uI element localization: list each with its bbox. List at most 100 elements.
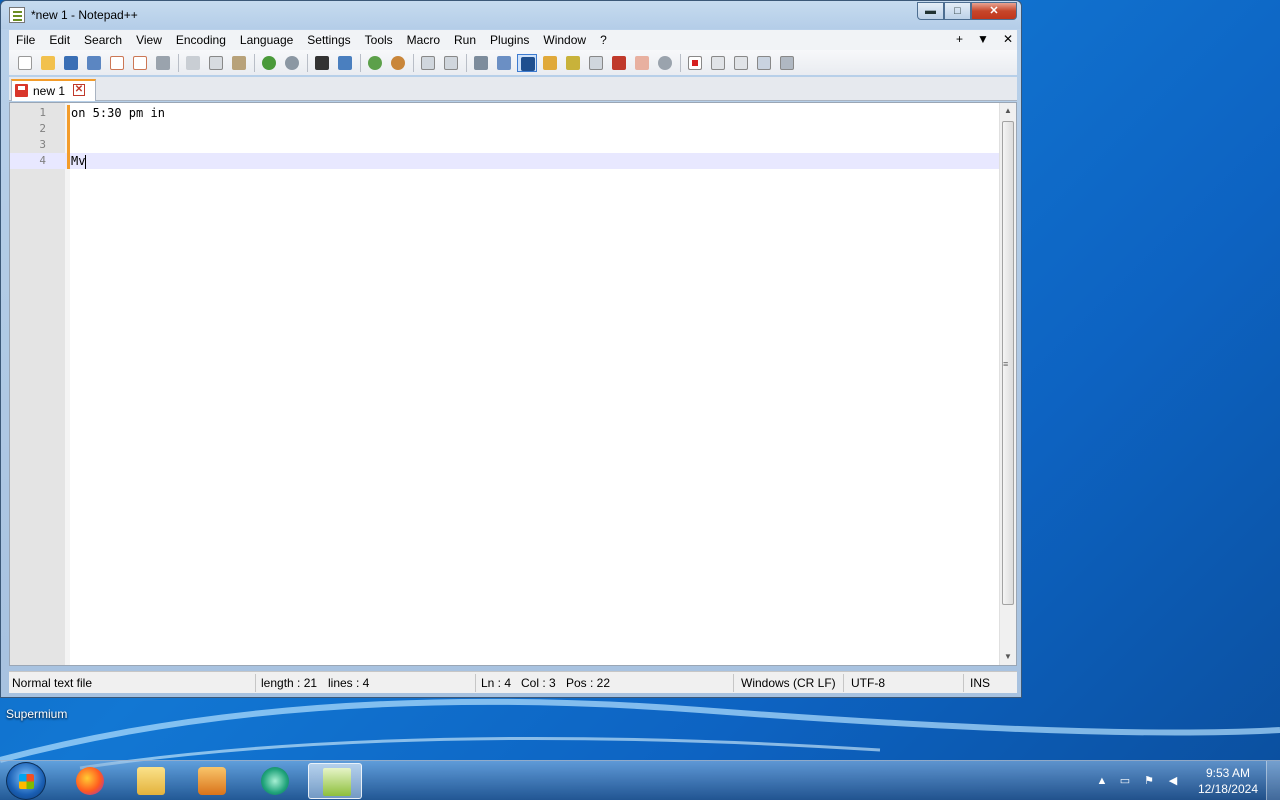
chat-app-icon[interactable] — [247, 763, 301, 799]
notepad-app-icon — [9, 7, 25, 23]
run-macro-multiple-icon[interactable] — [754, 54, 774, 72]
tab-list-button[interactable]: ▼ — [977, 32, 989, 46]
stop-recording-icon[interactable] — [708, 54, 728, 72]
toolbar-separator — [413, 53, 414, 72]
action-center-flag-icon[interactable]: ⚑ — [1142, 774, 1156, 788]
save-all-icon[interactable] — [84, 54, 104, 72]
menu-bar: File Edit Search View Encoding Language … — [9, 30, 1017, 50]
paste-icon[interactable] — [229, 54, 249, 72]
find-icon[interactable] — [312, 54, 332, 72]
indent-guide-icon[interactable] — [517, 53, 537, 72]
toolbar-separator — [680, 53, 681, 72]
save-icon[interactable] — [61, 54, 81, 72]
editor-line[interactable]: 3 — [10, 137, 1000, 153]
scroll-up-arrow-icon[interactable]: ▲ — [1000, 103, 1016, 119]
clock-time: 9:53 AM — [1205, 766, 1250, 780]
editor-lines: 1 on 5:30 pm in 2 3 4 Mv — [10, 105, 1000, 169]
window-controls: ▬ □ ✕ — [917, 2, 1017, 20]
tab-new-1[interactable]: new 1 ✕ — [11, 79, 96, 101]
new-file-icon[interactable] — [15, 54, 35, 72]
line-text: Mv — [71, 154, 86, 168]
window-title: *new 1 - Notepad++ — [31, 8, 138, 22]
document-list-icon[interactable] — [586, 54, 606, 72]
firefox-icon[interactable] — [62, 763, 116, 799]
function-list-icon[interactable] — [609, 54, 629, 72]
menu-view[interactable]: View — [129, 33, 169, 47]
status-length: length : 21 — [261, 676, 318, 690]
user-defined-language-icon[interactable] — [540, 54, 560, 72]
line-text: on 5:30 pm in — [71, 106, 165, 120]
save-macro-icon[interactable] — [777, 54, 797, 72]
status-bar: Normal text file length : 21 lines : 4 L… — [9, 671, 1017, 693]
change-history-marker — [67, 105, 70, 169]
minimize-button[interactable]: ▬ — [917, 2, 944, 20]
notepad-window: *new 1 - Notepad++ ▬ □ ✕ File Edit Searc… — [0, 0, 1022, 698]
file-explorer-icon[interactable] — [123, 763, 177, 799]
menu-file[interactable]: File — [9, 33, 42, 47]
menu-plugins[interactable]: Plugins — [483, 33, 536, 47]
vertical-scrollbar[interactable]: ▲ ≡ ▼ — [999, 103, 1016, 665]
line-number: 3 — [39, 138, 46, 151]
status-insert-mode[interactable]: INS — [970, 676, 990, 690]
menu-run[interactable]: Run — [447, 33, 483, 47]
close-button[interactable]: ✕ — [971, 2, 1017, 20]
replace-icon[interactable] — [335, 54, 355, 72]
scroll-down-arrow-icon[interactable]: ▼ — [1000, 649, 1016, 665]
media-player-icon[interactable] — [184, 763, 238, 799]
menu-search[interactable]: Search — [77, 33, 129, 47]
menu-help[interactable]: ? — [593, 33, 614, 47]
status-encoding[interactable]: UTF-8 — [851, 676, 885, 690]
menu-encoding[interactable]: Encoding — [169, 33, 233, 47]
show-hidden-icons-icon[interactable]: ▲ — [1095, 774, 1109, 788]
toolbar — [9, 50, 1017, 75]
redo-icon[interactable] — [282, 54, 302, 72]
toolbar-separator — [466, 53, 467, 72]
menu-edit[interactable]: Edit — [42, 33, 77, 47]
sync-horizontal-icon[interactable] — [441, 54, 461, 72]
open-file-icon[interactable] — [38, 54, 58, 72]
print-icon[interactable] — [153, 54, 173, 72]
clock[interactable]: 9:53 AM 12/18/2024 — [1198, 765, 1258, 797]
playback-icon[interactable] — [731, 54, 751, 72]
record-macro-icon[interactable] — [685, 54, 705, 72]
document-map-icon[interactable] — [563, 54, 583, 72]
scrollbar-grip-icon: ≡ — [1003, 359, 1009, 369]
menu-tools[interactable]: Tools — [358, 33, 400, 47]
new-tab-button[interactable]: + — [956, 32, 963, 46]
tab-close-icon[interactable]: ✕ — [73, 84, 85, 96]
text-editor[interactable]: 1 on 5:30 pm in 2 3 4 Mv ▲ ≡ ▼ — [9, 102, 1017, 666]
monitoring-icon[interactable] — [655, 54, 675, 72]
word-wrap-icon[interactable] — [471, 54, 491, 72]
cut-icon[interactable] — [183, 54, 203, 72]
maximize-button[interactable]: □ — [944, 2, 971, 20]
title-bar[interactable]: *new 1 - Notepad++ ▬ □ ✕ — [1, 1, 1021, 29]
taskbar: ▲ ▭ ⚑ ◀ 9:53 AM 12/18/2024 — [0, 760, 1280, 800]
editor-line[interactable]: 2 — [10, 121, 1000, 137]
start-button[interactable] — [6, 762, 46, 800]
zoom-in-icon[interactable] — [365, 54, 385, 72]
system-tray: ▲ ▭ ⚑ ◀ 9:53 AM 12/18/2024 — [1090, 761, 1280, 800]
editor-line-current[interactable]: 4 Mv — [10, 153, 1000, 169]
network-icon[interactable]: ▭ — [1118, 774, 1132, 788]
close-icon[interactable] — [107, 54, 127, 72]
menu-macro[interactable]: Macro — [400, 33, 447, 47]
status-eol-format[interactable]: Windows (CR LF) — [741, 676, 836, 690]
zoom-out-icon[interactable] — [388, 54, 408, 72]
menu-window[interactable]: Window — [536, 33, 593, 47]
menu-settings[interactable]: Settings — [300, 33, 357, 47]
desktop-shortcut-label[interactable]: Supermium — [6, 707, 67, 721]
close-all-icon[interactable] — [130, 54, 150, 72]
show-desktop-button[interactable] — [1266, 761, 1280, 800]
volume-muted-icon[interactable]: ◀ — [1166, 774, 1180, 788]
menu-language[interactable]: Language — [233, 33, 300, 47]
menu-right-controls: + ▼ ✕ — [956, 32, 1013, 46]
undo-icon[interactable] — [259, 54, 279, 72]
copy-icon[interactable] — [206, 54, 226, 72]
close-document-button[interactable]: ✕ — [1003, 32, 1013, 46]
sync-vertical-icon[interactable] — [418, 54, 438, 72]
editor-line[interactable]: 1 on 5:30 pm in — [10, 105, 1000, 121]
notepad-plus-plus-icon[interactable] — [308, 763, 362, 799]
folder-as-workspace-icon[interactable] — [632, 54, 652, 72]
wallpaper-swoosh — [0, 698, 1280, 770]
show-all-characters-icon[interactable] — [494, 54, 514, 72]
